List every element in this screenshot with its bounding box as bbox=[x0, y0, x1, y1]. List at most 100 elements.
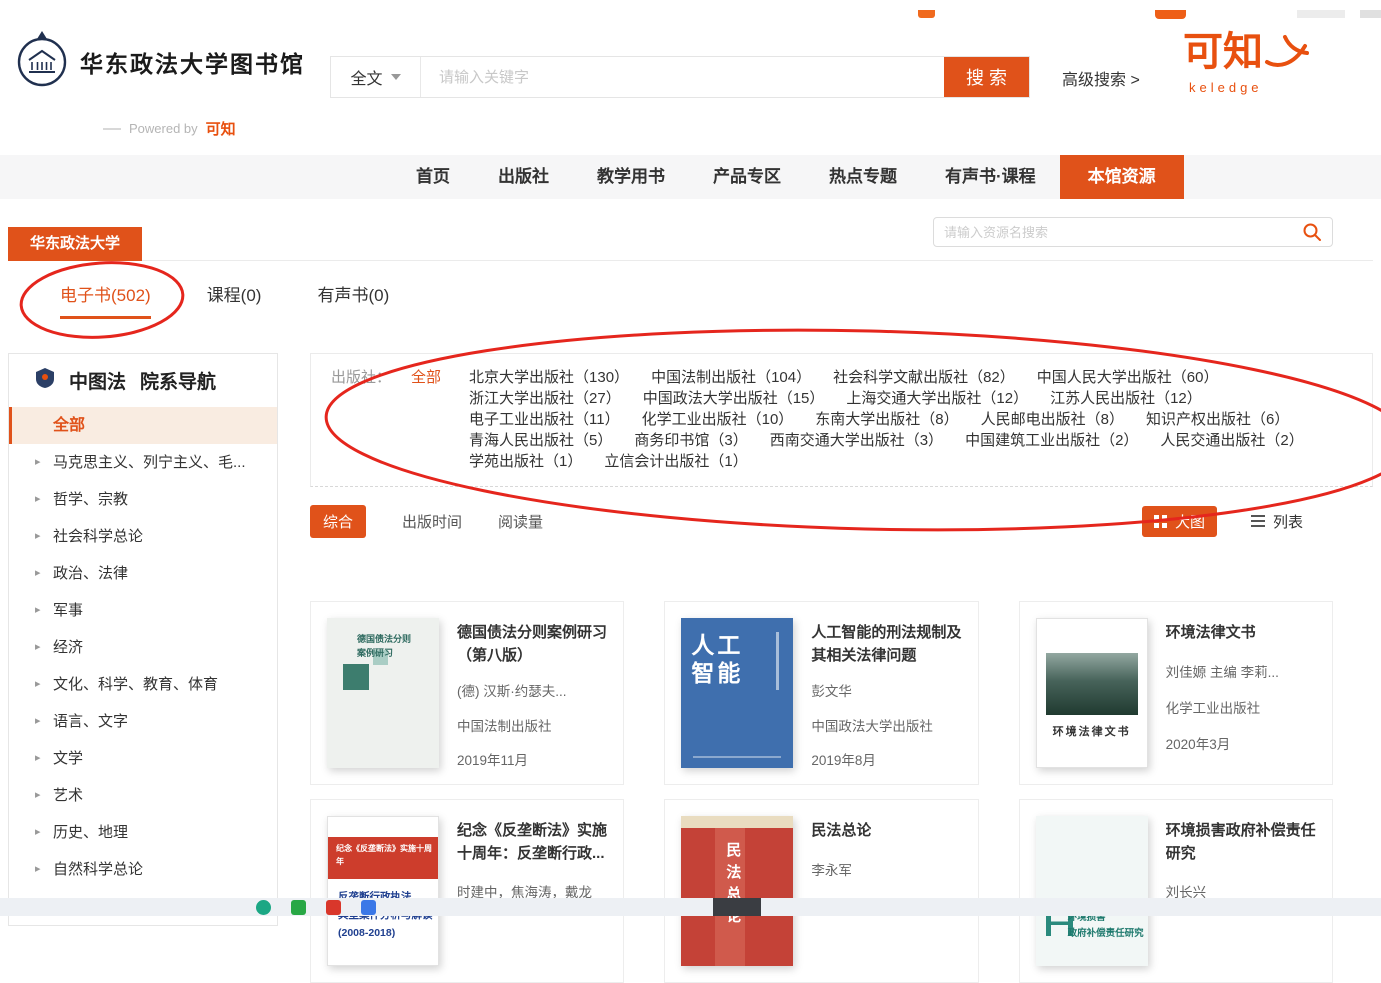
sort-option[interactable]: 出版时间 bbox=[402, 511, 462, 532]
publisher-filter-item[interactable]: 中国政法大学出版社（15） bbox=[643, 388, 825, 409]
book-cover: 环境法律文书 bbox=[1036, 618, 1148, 768]
publisher-line: 学苑出版社（1） 立信会计出版社（1） bbox=[469, 451, 1352, 472]
taskbar-app-icon[interactable] bbox=[256, 900, 271, 915]
publisher-filter-item[interactable]: 江苏人民出版社（12） bbox=[1050, 388, 1202, 409]
book-title[interactable]: 环境损害政府补偿责任研究 bbox=[1166, 820, 1316, 865]
school-tab[interactable]: 华东政法大学 bbox=[8, 227, 142, 261]
publisher-filter-item[interactable]: 中国建筑工业出版社（2） bbox=[965, 430, 1138, 451]
sort-option[interactable]: 综合 bbox=[310, 505, 366, 538]
book-title[interactable]: 纪念《反垄断法》实施十周年：反垄断行政... bbox=[457, 820, 607, 865]
nav-item[interactable]: 热点专题 bbox=[805, 155, 921, 199]
publisher-filter-all[interactable]: 全部 bbox=[411, 367, 441, 388]
category-item[interactable]: ▸哲学、宗教 bbox=[9, 481, 277, 518]
category-item[interactable]: ▸艺术 bbox=[9, 777, 277, 814]
publisher-filter-item[interactable]: 电子工业出版社（11） bbox=[469, 409, 620, 430]
book-card[interactable]: 纪念《反垄断法》实施十周年反垄断行政执法 典型案件分析与解读 (2008-201… bbox=[310, 799, 624, 983]
book-card[interactable]: 环境法律文书环境法律文书刘佳嫄 主编 李莉...化学工业出版社2020年3月 bbox=[1019, 601, 1333, 785]
resource-search-box bbox=[933, 217, 1333, 247]
category-item[interactable]: ▸社会科学总论 bbox=[9, 518, 277, 555]
sidebar-tab-clc[interactable]: 中图法 bbox=[69, 367, 126, 394]
nav-item[interactable]: 教学用书 bbox=[573, 155, 689, 199]
search-scope-dropdown[interactable]: 全文 bbox=[331, 57, 421, 97]
nav-item[interactable]: 本馆资源 bbox=[1060, 155, 1184, 199]
publisher-filter-item[interactable]: 社会科学文献出版社（82） bbox=[833, 367, 1015, 388]
book-title[interactable]: 人工智能的刑法规制及其相关法律问题 bbox=[811, 622, 961, 664]
publisher-filter-item[interactable]: 化学工业出版社（10） bbox=[642, 409, 794, 430]
category-item[interactable]: ▸ 军事 bbox=[9, 592, 277, 629]
book-title[interactable]: 环境法律文书 bbox=[1166, 622, 1279, 645]
keledge-brand-text[interactable]: 可知 bbox=[206, 118, 236, 139]
nav-item[interactable]: 首页 bbox=[392, 155, 474, 199]
sort-toolbar: 综合 出版时间 阅读量 大图 列表 bbox=[310, 505, 1373, 537]
chevron-right-icon: ▸ bbox=[35, 592, 41, 629]
publisher-filter-item[interactable]: 中国人民大学出版社（60） bbox=[1037, 367, 1219, 388]
nav-item[interactable]: 出版社 bbox=[474, 155, 573, 199]
category-item[interactable]: ▸语言、文字 bbox=[9, 703, 277, 740]
book-card[interactable]: 环境损害 政府补偿责任研究环境损害政府补偿责任研究刘长兴 bbox=[1019, 799, 1333, 983]
view-toggle-label: 列表 bbox=[1273, 511, 1303, 532]
publisher-filter-item[interactable]: 商务印书馆（3） bbox=[634, 430, 747, 451]
book-card[interactable]: 人工 智能人工智能的刑法规制及其相关法律问题彭文华中国政法大学出版社2019年8… bbox=[664, 601, 978, 785]
university-emblem-icon bbox=[16, 30, 68, 93]
book-card[interactable]: 德国债法分则 案例研习德国债法分则案例研习（第八版）(德) 汉斯·约瑟夫...中… bbox=[310, 601, 624, 785]
book-date: 2020年3月 bbox=[1166, 733, 1279, 753]
advanced-search-link[interactable]: 高级搜索 > bbox=[1062, 66, 1140, 90]
publisher-filter-item[interactable]: 人民交通出版社（2） bbox=[1160, 430, 1303, 451]
category-item-label: 政治、法律 bbox=[53, 565, 128, 582]
book-cover-text: 民法总论 bbox=[722, 842, 743, 930]
search-button[interactable]: 搜 索 bbox=[944, 57, 1029, 97]
resource-page: 华东政法大学 电子书(502) 课程(0) 有声书(0) 中图法 院系导航 bbox=[0, 213, 1381, 983]
taskbar-app-icon[interactable] bbox=[361, 900, 376, 915]
category-item[interactable]: ▸文学 bbox=[9, 740, 277, 777]
view-toggle-grid[interactable]: 大图 bbox=[1142, 506, 1217, 537]
book-title[interactable]: 民法总论 bbox=[811, 820, 871, 843]
sort-options: 综合 出版时间 阅读量 bbox=[310, 505, 543, 538]
taskbar-window-button[interactable] bbox=[713, 898, 761, 916]
book-cover: 纪念《反垄断法》实施十周年反垄断行政执法 典型案件分析与解读 (2008-201… bbox=[327, 816, 439, 966]
chevron-right-icon: ▸ bbox=[35, 444, 41, 481]
sort-option[interactable]: 阅读量 bbox=[498, 511, 543, 532]
category-item[interactable]: ▸马克思主义、列宁主义、毛... bbox=[9, 444, 277, 481]
publisher-filter-item[interactable]: 上海交通大学出版社（12） bbox=[846, 388, 1028, 409]
publisher-filter-label: 出版社： bbox=[331, 367, 391, 388]
publisher-filter-item[interactable]: 东南大学出版社（8） bbox=[815, 409, 958, 430]
browser-toolbar-fragment bbox=[1297, 10, 1345, 18]
category-item[interactable]: ▸政治、法律 bbox=[9, 555, 277, 592]
list-icon bbox=[1251, 515, 1265, 527]
publisher-filter-item[interactable]: 立信会计出版社（1） bbox=[604, 451, 747, 472]
chevron-right-icon: ▸ bbox=[35, 851, 41, 888]
chevron-right-icon: ▸ bbox=[35, 740, 41, 777]
keyword-search-input[interactable] bbox=[421, 57, 944, 97]
nav-item[interactable]: 产品专区 bbox=[689, 155, 805, 199]
resource-type-tab[interactable]: 有声书(0) bbox=[317, 281, 389, 316]
publisher-filter-item[interactable]: 西南交通大学出版社（3） bbox=[770, 430, 943, 451]
sidebar-tab-departments[interactable]: 院系导航 bbox=[140, 367, 216, 394]
publisher-filter-item[interactable]: 人民邮电出版社（8） bbox=[981, 409, 1124, 430]
category-item[interactable]: ▸经济 bbox=[9, 629, 277, 666]
category-item[interactable]: ▸自然科学总论 bbox=[9, 851, 277, 888]
category-item[interactable]: 全部 bbox=[9, 407, 277, 444]
book-title[interactable]: 德国债法分则案例研习（第八版） bbox=[457, 622, 607, 664]
publisher-filter-item[interactable]: 知识产权出版社（6） bbox=[1146, 409, 1289, 430]
category-item-label: 军事 bbox=[53, 602, 83, 619]
book-cover: 德国债法分则 案例研习 bbox=[327, 618, 439, 768]
keledge-logo-subtext: keledge bbox=[1189, 80, 1309, 95]
resource-search-input[interactable] bbox=[944, 225, 1302, 240]
category-item[interactable]: ▸文化、科学、教育、体育 bbox=[9, 666, 277, 703]
category-item[interactable]: ▸历史、地理 bbox=[9, 814, 277, 851]
main-search-bar: 全文 搜 索 bbox=[330, 56, 1030, 98]
search-icon[interactable] bbox=[1302, 222, 1322, 242]
publisher-filter-item[interactable]: 浙江大学出版社（27） bbox=[469, 388, 621, 409]
book-info: 德国债法分则案例研习（第八版）(德) 汉斯·约瑟夫...中国法制出版社2019年… bbox=[457, 618, 607, 768]
nav-item[interactable]: 有声书·课程 bbox=[921, 155, 1060, 199]
resource-type-tab[interactable]: 课程(0) bbox=[207, 281, 262, 316]
publisher-filter-item[interactable]: 青海人民出版社（5） bbox=[469, 430, 612, 451]
taskbar-app-icon[interactable] bbox=[291, 900, 306, 915]
publisher-filter-item[interactable]: 中国法制出版社（104） bbox=[651, 367, 811, 388]
resource-type-tab[interactable]: 电子书(502) bbox=[60, 281, 151, 319]
view-toggle-list[interactable]: 列表 bbox=[1251, 511, 1303, 532]
book-card[interactable]: 民法总论民法总论李永军 bbox=[664, 799, 978, 983]
publisher-filter-item[interactable]: 学苑出版社（1） bbox=[469, 451, 582, 472]
publisher-filter-item[interactable]: 北京大学出版社（130） bbox=[469, 367, 629, 388]
taskbar-app-icon[interactable] bbox=[326, 900, 341, 915]
